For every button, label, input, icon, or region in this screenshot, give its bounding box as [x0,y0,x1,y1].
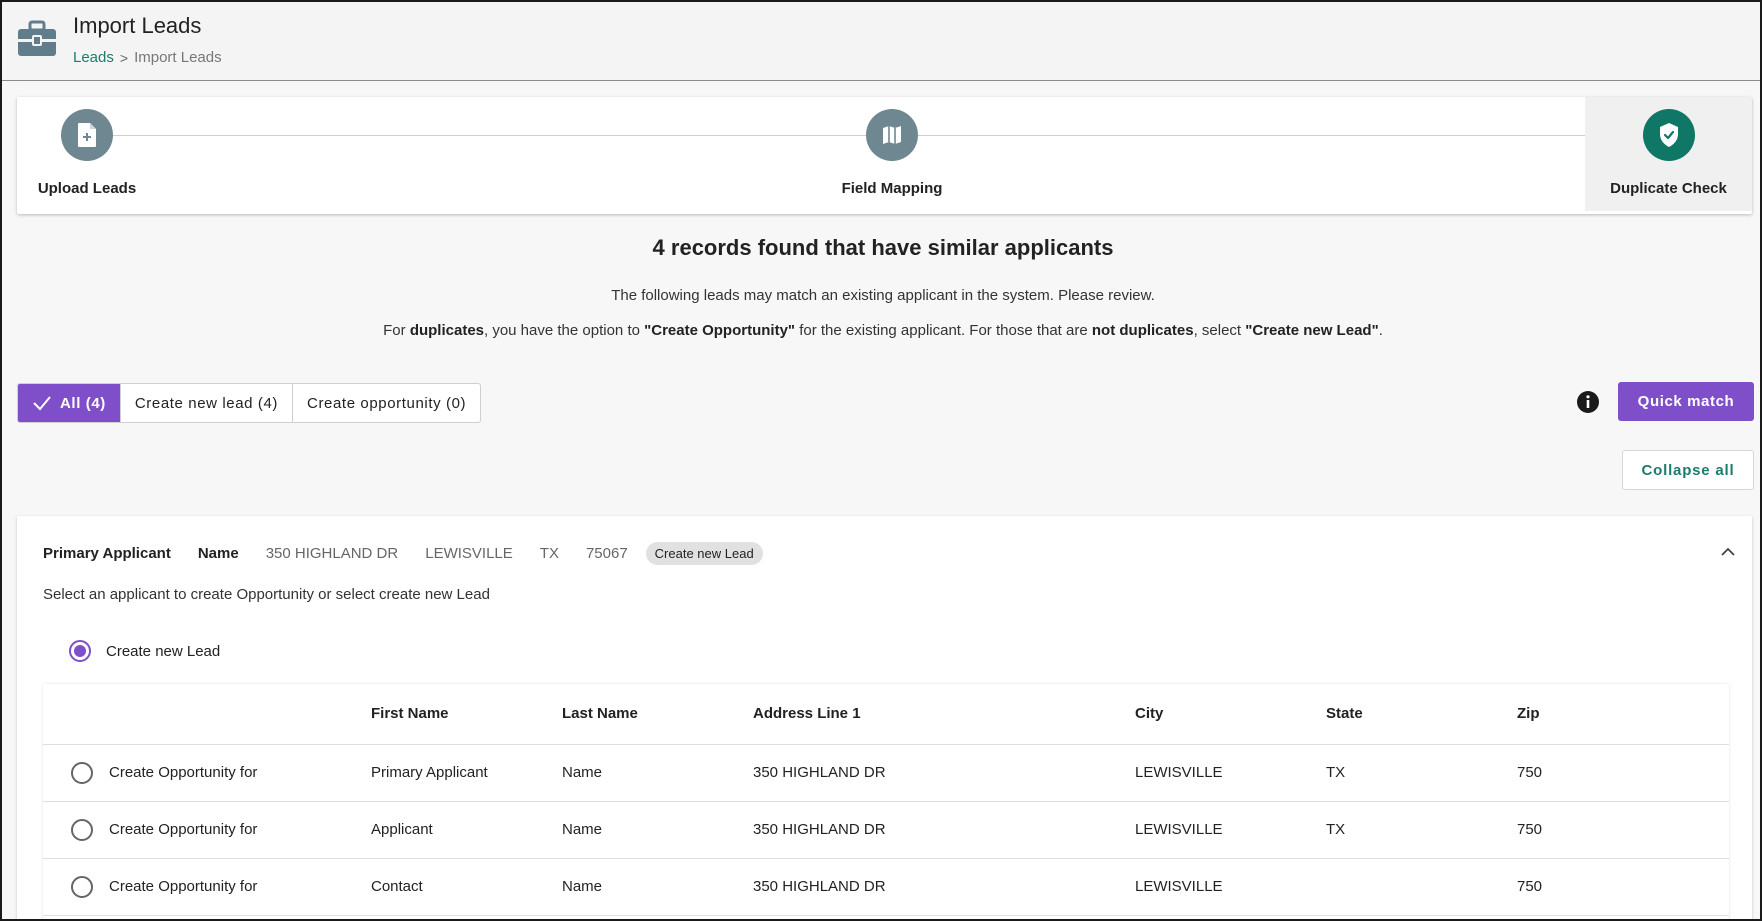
cell-city: LEWISVILLE [1135,858,1326,916]
duplicates-description: The following leads may match an existin… [611,287,1155,304]
create-opportunity-radio[interactable] [71,818,93,841]
step-label: Upload Leads [37,180,137,197]
column-header[interactable]: Zip [1517,684,1729,745]
status-badge: Create new Lead [645,542,763,565]
step-connector [113,135,877,136]
table-row[interactable]: Create Opportunity for Primary Applicant… [43,744,1729,802]
step-circle [61,109,113,161]
chevron-up-icon[interactable] [1718,542,1738,562]
cell-address: 350 HIGHLAND DR [753,858,1135,916]
filter-label: Create opportunity (0) [307,394,467,412]
breadcrumb: Leads > Import Leads [73,49,222,66]
record-summary[interactable]: Primary Applicant Name 350 HIGHLAND DR L… [43,542,763,565]
cell-city: LEWISVILLE [1135,744,1326,802]
record-zip: 75067 [585,545,628,562]
file-plus-icon [78,123,96,147]
page-title: Import Leads [73,13,202,38]
matches-table: First Name Last Name Address Line 1 City… [43,684,1729,919]
breadcrumb-current: Import Leads [134,49,222,66]
create-opportunity-label: Create Opportunity for [109,878,258,895]
breadcrumb-leads-link[interactable]: Leads [73,49,114,66]
cell-state: TX [1326,801,1517,859]
column-header[interactable]: State [1326,684,1517,745]
select-instruction: Select an applicant to create Opportunit… [43,586,490,603]
map-icon [883,126,901,144]
step-upload-leads[interactable]: Upload Leads [17,97,157,211]
step-circle [866,109,918,161]
create-new-lead-option[interactable]: Create new Lead [69,640,220,662]
step-duplicate-check[interactable]: Duplicate Check [1585,97,1752,211]
instruction-bold: "Create new Lead" [1245,322,1379,339]
record-first-name: Primary Applicant [43,545,171,562]
step-label: Field Mapping [841,180,943,197]
create-opportunity-option[interactable]: Create Opportunity for [43,818,371,841]
instruction-text: for the existing applicant. For those th… [795,322,1092,339]
instruction-text: For [383,322,410,339]
cell-state: TX [1326,744,1517,802]
cell-zip: 750 [1517,858,1729,916]
step-connector [907,135,1632,136]
create-opportunity-option[interactable]: Create Opportunity for [43,761,371,784]
step-circle [1642,109,1695,161]
check-icon [33,396,51,411]
duplicate-record-card: Primary Applicant Name 350 HIGHLAND DR L… [17,516,1752,919]
collapse-all-button[interactable]: Collapse all [1622,450,1754,490]
table-header-row: First Name Last Name Address Line 1 City… [43,684,1729,745]
briefcase-icon [18,20,56,56]
instruction-bold: "Create Opportunity" [644,322,796,339]
column-header[interactable]: Address Line 1 [753,684,1135,745]
quick-match-button[interactable]: Quick match [1618,382,1754,421]
filter-create-new-lead-button[interactable]: Create new lead (4) [121,384,294,422]
column-header[interactable]: Last Name [562,684,753,745]
record-city: LEWISVILLE [425,545,513,562]
cell-zip: 750 [1517,801,1729,859]
column-header [43,684,371,745]
create-opportunity-option[interactable]: Create Opportunity for [43,875,371,898]
cell-last-name: Name [562,801,753,859]
filter-create-opportunity-button[interactable]: Create opportunity (0) [293,384,480,422]
cell-address: 350 HIGHLAND DR [753,744,1135,802]
step-field-mapping[interactable]: Field Mapping [812,97,972,211]
table-row[interactable]: Create Opportunity for Contact Name 350 … [43,858,1729,916]
filter-label: All (4) [60,394,106,412]
instruction-text: . [1378,322,1383,339]
cell-zip: 750 [1517,744,1729,802]
filter-toggle-group: All (4) Create new lead (4) Create oppor… [17,383,482,423]
column-header[interactable]: City [1135,684,1326,745]
page-header: Import Leads Leads > Import Leads [2,2,1760,81]
cell-first-name: Applicant [371,801,562,859]
import-stepper: Upload Leads Field Mapping Duplicate Che… [17,97,1752,214]
create-new-lead-radio[interactable] [69,640,91,662]
info-icon[interactable] [1576,390,1600,414]
column-header[interactable]: First Name [371,684,562,745]
cell-last-name: Name [562,858,753,916]
cell-first-name: Primary Applicant [371,744,562,802]
create-opportunity-label: Create Opportunity for [109,821,258,838]
create-opportunity-label: Create Opportunity for [109,764,258,781]
record-state: TX [539,545,559,562]
cell-first-name: Contact [371,858,562,916]
app-frame: Import Leads Leads > Import Leads Upload… [0,0,1762,921]
duplicates-instruction: For duplicates, you have the option to "… [2,322,1760,339]
instruction-text: , select [1193,322,1246,339]
table-row[interactable]: Create Opportunity for Applicant Name 35… [43,801,1729,859]
record-address: 350 HIGHLAND DR [265,545,399,562]
step-label: Duplicate Check [1610,180,1727,197]
record-last-name: Name [197,545,239,562]
shield-check-icon [1659,123,1678,147]
instruction-text: , you have the option to [484,322,645,339]
cell-state [1326,858,1517,916]
filter-all-button[interactable]: All (4) [18,384,121,422]
cell-address: 350 HIGHLAND DR [753,801,1135,859]
filter-label: Create new lead (4) [134,394,279,412]
duplicates-title: 4 records found that have similar applic… [652,235,1114,260]
instruction-bold: duplicates [409,322,484,339]
instruction-bold: not duplicates [1091,322,1194,339]
cell-last-name: Name [562,744,753,802]
cell-city: LEWISVILLE [1135,801,1326,859]
create-opportunity-radio[interactable] [71,761,93,784]
create-opportunity-radio[interactable] [71,875,93,898]
chevron-right-icon: > [119,49,129,66]
create-new-lead-label: Create new Lead [106,642,221,660]
